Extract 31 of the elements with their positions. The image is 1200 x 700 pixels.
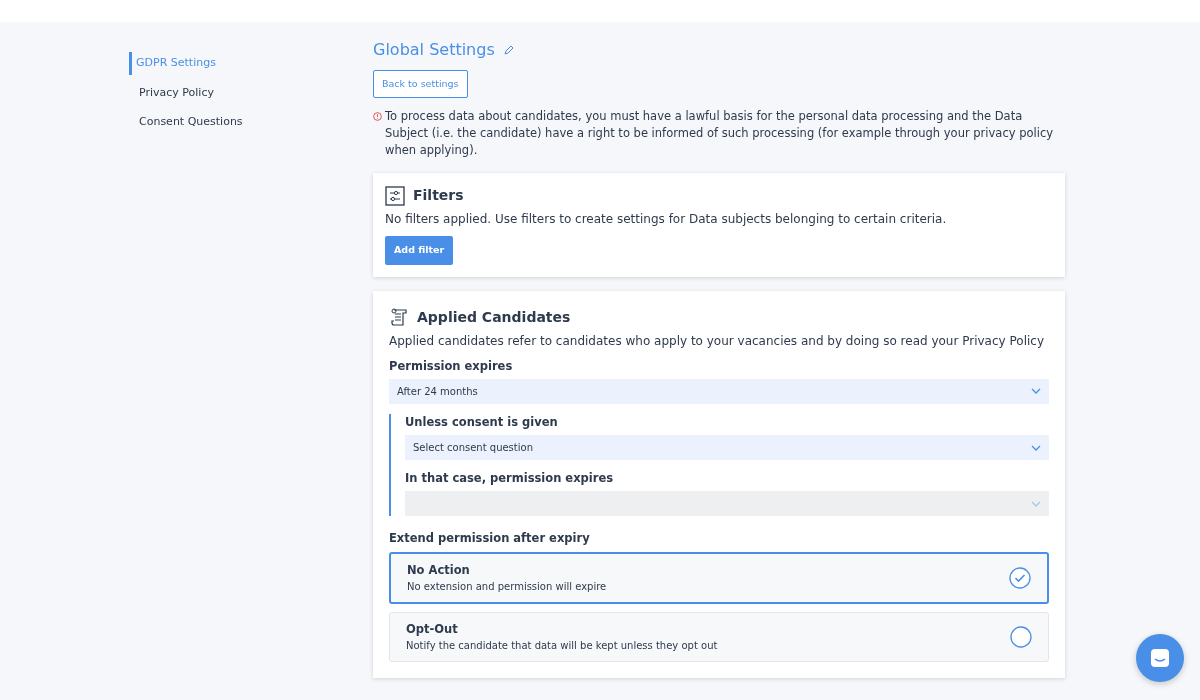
- notice-text: To process data about candidates, you must have a lawful basis for the personal data processing and the Data Subject (i.e. the candidate) have a right to be informed of such processing (for example through your privacy policy when applying).: [385, 108, 1055, 160]
- option-card[interactable]: Opt-Out Notify the candidate that data will be kept unless they opt out: [389, 611, 1049, 662]
- option-description: Notify the candidate that data will be kept unless they opt out: [406, 639, 718, 653]
- option-title: Opt-Out: [406, 620, 459, 638]
- panel-title: Applied Candidates: [417, 307, 571, 327]
- field-label: Extend permission after expiry: [389, 530, 591, 548]
- panel-description: No filters applied. Use filters to create settings for Data subjects belonging to certain criteria.: [385, 211, 948, 229]
- field-label: Unless consent is given: [405, 413, 559, 431]
- warning-icon: [373, 112, 382, 122]
- chevron-down-icon: [1031, 444, 1041, 451]
- panel-title: Filters: [413, 186, 464, 206]
- select-field[interactable]: After 24 months: [389, 378, 1049, 404]
- option-title: No Action: [407, 561, 471, 579]
- check-circle-icon: [1009, 566, 1031, 589]
- radio-circle-icon: [1010, 625, 1032, 648]
- page-title: Global Settings: [373, 39, 495, 61]
- panel-description: Applied candidates refer to candidates who apply to your vacancies and by doing so read your Privacy Policy: [389, 332, 1045, 350]
- option-card[interactable]: No Action No extension and permission will expire: [389, 551, 1049, 604]
- chat-icon: [1149, 647, 1171, 669]
- option-description: No extension and permission will expire: [407, 579, 607, 594]
- select-field[interactable]: Select consent question: [405, 435, 1049, 460]
- sidebar-item[interactable]: Privacy Policy: [136, 81, 373, 104]
- chevron-down-icon: [1031, 500, 1041, 507]
- sliders-icon: [385, 185, 405, 206]
- chevron-down-icon: [1031, 388, 1041, 395]
- field-label: Permission expires: [389, 357, 514, 375]
- sidebar-item[interactable]: Consent Questions: [136, 111, 373, 134]
- edit-icon[interactable]: [502, 44, 515, 56]
- scroll-icon: [389, 307, 409, 327]
- field-label: In that case, permission expires: [405, 470, 615, 487]
- back-button[interactable]: Back to settings: [373, 70, 468, 99]
